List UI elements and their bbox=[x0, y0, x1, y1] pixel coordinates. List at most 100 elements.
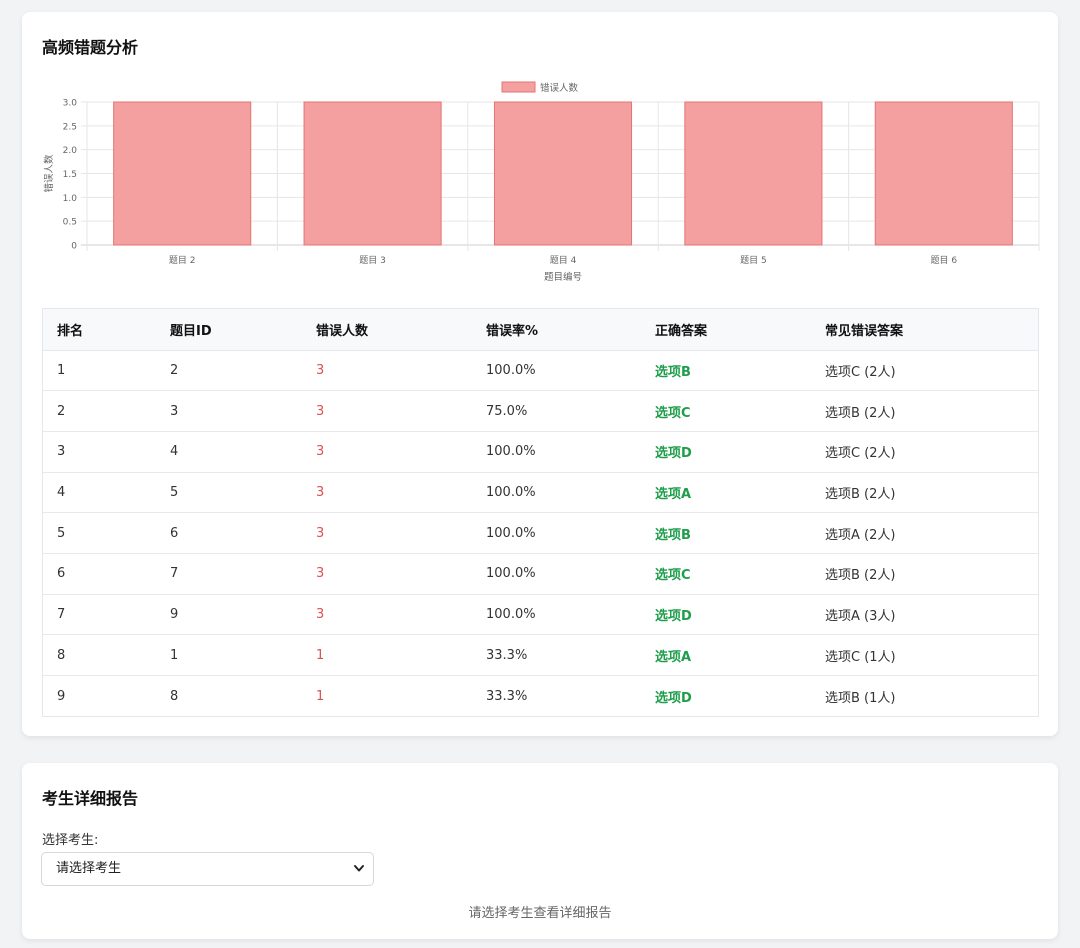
y-tick-label: 2.0 bbox=[63, 146, 78, 156]
error-rate-cell: 100.0% bbox=[472, 350, 641, 392]
table-header-row: 排名 题目ID 错误人数 错误率% 正确答案 常见错误答案 bbox=[43, 309, 1038, 351]
legend-swatch bbox=[501, 81, 536, 93]
error-rate-cell: 100.0% bbox=[472, 431, 641, 473]
header-rank: 排名 bbox=[43, 309, 156, 351]
rank-cell: 6 bbox=[43, 553, 156, 595]
student-report-title: 考生详细报告 bbox=[42, 789, 139, 808]
error-rate-cell: 75.0% bbox=[472, 390, 641, 432]
wrong-count-cell: 3 bbox=[302, 472, 472, 514]
x-tick-label: 题目 2 bbox=[169, 255, 196, 266]
question-id-cell: 5 bbox=[156, 472, 302, 514]
y-tick-label: 0 bbox=[71, 242, 77, 252]
common-wrong-answer-cell: 选项C (2人) bbox=[811, 350, 1038, 392]
error-rate-cell: 100.0% bbox=[472, 553, 641, 595]
rank-cell: 1 bbox=[43, 350, 156, 392]
question-id-cell: 3 bbox=[156, 390, 302, 432]
header-question-id: 题目ID bbox=[156, 309, 302, 351]
student-report-card: 考生详细报告 选择考生: 请选择考生 请选择考生查看详细报告 bbox=[22, 763, 1058, 939]
table-row: 8 1 1 33.3% 选项A 选项C (1人) bbox=[43, 634, 1038, 676]
table-row: 3 4 3 100.0% 选项D 选项C (2人) bbox=[43, 431, 1038, 473]
error-rate-cell: 33.3% bbox=[486, 688, 528, 704]
table-row: 7 9 3 100.0% 选项D 选项A (3人) bbox=[43, 594, 1038, 636]
y-tick-label: 2.5 bbox=[63, 122, 77, 132]
x-tick-label: 题目 4 bbox=[550, 255, 577, 266]
x-axis-title: 题目编号 bbox=[544, 271, 582, 283]
correct-answer-cell: 选项B bbox=[641, 350, 811, 392]
common-wrong-answer-cell: 选项B (2人) bbox=[811, 472, 1038, 514]
student-select[interactable]: 请选择考生 bbox=[41, 852, 374, 886]
table-row: 9 8 1 33.3% 选项D 选项B (1人) bbox=[43, 676, 1038, 717]
common-wrong-answer-cell: 选项A (3人) bbox=[811, 594, 1038, 636]
error-rate-cell: 100.0% bbox=[472, 512, 641, 554]
x-tick-label: 题目 3 bbox=[359, 255, 386, 266]
correct-answer-cell: 选项B bbox=[641, 512, 811, 554]
bar-1 bbox=[113, 101, 252, 246]
table-row: 4 5 3 100.0% 选项A 选项B (2人) bbox=[43, 472, 1038, 514]
correct-answer-cell: 选项D bbox=[655, 690, 692, 706]
table-row: 5 6 3 100.0% 选项B 选项A (2人) bbox=[43, 512, 1038, 554]
rank-cell: 2 bbox=[43, 390, 156, 432]
common-wrong-answer-cell: 选项B (2人) bbox=[811, 553, 1038, 595]
question-id-cell: 1 bbox=[156, 634, 302, 676]
correct-answer-cell: 选项D bbox=[641, 594, 811, 636]
rank-cell: 9 bbox=[57, 688, 66, 704]
chevron-down-icon bbox=[353, 853, 365, 897]
header-common-wrong-answer: 常见错误答案 bbox=[811, 309, 1038, 351]
bar-4 bbox=[684, 101, 823, 246]
wrong-count-cell: 1 bbox=[316, 688, 325, 704]
select-student-label: 选择考生: bbox=[42, 833, 99, 848]
bar-2 bbox=[303, 101, 442, 246]
wrong-count-cell: 1 bbox=[302, 634, 472, 676]
rank-cell: 4 bbox=[43, 472, 156, 514]
question-id-cell: 9 bbox=[156, 594, 302, 636]
y-tick-label: 3.0 bbox=[63, 99, 78, 109]
student-select-value: 请选择考生 bbox=[56, 861, 122, 876]
wrong-count-cell: 3 bbox=[302, 390, 472, 432]
y-axis-title: 错误人数 bbox=[43, 154, 55, 193]
correct-answer-cell: 选项C bbox=[641, 553, 811, 595]
report-hint: 请选择考生查看详细报告 bbox=[468, 906, 612, 921]
rank-cell: 8 bbox=[43, 634, 156, 676]
wrong-count-cell: 3 bbox=[302, 431, 472, 473]
error-analysis-card: 高频错题分析 0 0.5 1.0 1.5 2.0 2.5 3.0 题目 2 题目 3 题目 4 题目… bbox=[22, 12, 1058, 736]
common-wrong-answer-cell: 选项C (2人) bbox=[811, 431, 1038, 473]
common-wrong-answer-cell: 选项A (2人) bbox=[811, 512, 1038, 554]
rank-cell: 7 bbox=[43, 594, 156, 636]
header-correct-answer: 正确答案 bbox=[641, 309, 811, 351]
y-tick-label: 1.5 bbox=[63, 170, 77, 180]
question-id-cell: 7 bbox=[156, 553, 302, 595]
error-table: 排名 题目ID 错误人数 错误率% 正确答案 常见错误答案 1 2 3 100.0% 选… bbox=[42, 308, 1039, 718]
error-count-chart: 0 0.5 1.0 1.5 2.0 2.5 3.0 题目 2 题目 3 题目 4 题目 5 题目 6 题… bbox=[43, 81, 1040, 283]
wrong-count-cell: 3 bbox=[302, 594, 472, 636]
y-tick-label: 0.5 bbox=[63, 218, 77, 228]
header-error-rate: 错误率% bbox=[472, 309, 641, 351]
legend-label: 错误人数 bbox=[540, 82, 579, 94]
question-id-cell: 8 bbox=[170, 688, 179, 704]
bar-3 bbox=[493, 101, 633, 246]
rank-cell: 3 bbox=[43, 431, 156, 473]
question-id-cell: 2 bbox=[156, 350, 302, 392]
header-wrong-count: 错误人数 bbox=[302, 309, 472, 351]
table-row: 6 7 3 100.0% 选项C 选项B (2人) bbox=[43, 553, 1038, 595]
error-rate-cell: 100.0% bbox=[472, 594, 641, 636]
bar-5 bbox=[874, 101, 1013, 246]
correct-answer-cell: 选项C bbox=[641, 390, 811, 432]
error-rate-cell: 33.3% bbox=[472, 634, 641, 676]
question-id-cell: 4 bbox=[156, 431, 302, 473]
error-rate-cell: 100.0% bbox=[472, 472, 641, 514]
common-wrong-answer-cell: 选项B (1人) bbox=[825, 690, 896, 706]
x-tick-label: 题目 6 bbox=[931, 255, 958, 266]
wrong-count-cell: 3 bbox=[302, 350, 472, 392]
rank-cell: 5 bbox=[43, 512, 156, 554]
table-row: 1 2 3 100.0% 选项B 选项C (2人) bbox=[43, 350, 1038, 392]
common-wrong-answer-cell: 选项C (1人) bbox=[811, 634, 1038, 676]
wrong-count-cell: 3 bbox=[302, 553, 472, 595]
wrong-count-cell: 3 bbox=[302, 512, 472, 554]
question-id-cell: 6 bbox=[156, 512, 302, 554]
y-tick-label: 1.0 bbox=[63, 194, 78, 204]
x-tick-label: 题目 5 bbox=[740, 255, 767, 266]
error-analysis-title: 高频错题分析 bbox=[42, 38, 139, 57]
correct-answer-cell: 选项D bbox=[641, 431, 811, 473]
table-row: 2 3 3 75.0% 选项C 选项B (2人) bbox=[43, 390, 1038, 432]
correct-answer-cell: 选项A bbox=[641, 634, 811, 676]
